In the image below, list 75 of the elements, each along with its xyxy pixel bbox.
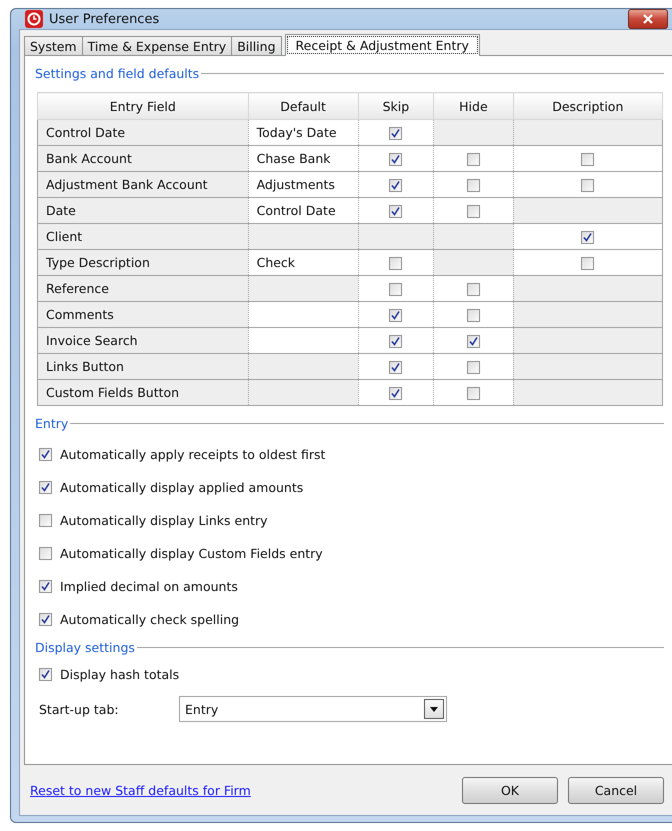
checkbox-label: Implied decimal on amounts [60, 579, 238, 594]
column-header: Skip [358, 92, 434, 120]
checkbox-label: Automatically display applied amounts [60, 480, 304, 495]
checkbox-label: Automatically display Links entry [60, 513, 268, 528]
checkbox[interactable] [389, 387, 402, 400]
column-header: Hide [434, 92, 514, 120]
checkbox-label: Display hash totals [60, 667, 180, 682]
checkbox[interactable] [389, 309, 402, 322]
checkbox[interactable] [39, 481, 52, 494]
close-icon [642, 14, 654, 24]
checkbox[interactable] [581, 179, 594, 192]
tab[interactable]: Billing [231, 36, 282, 56]
checkbox[interactable] [581, 231, 594, 244]
table-cell: Type Description [38, 250, 248, 276]
checkbox[interactable] [466, 179, 480, 192]
caret-icon [430, 706, 438, 712]
checkbox[interactable] [466, 361, 480, 374]
table-cell: Client [38, 224, 248, 250]
checkbox[interactable] [389, 257, 402, 270]
checkbox[interactable] [389, 335, 402, 348]
checkbox[interactable] [389, 127, 402, 140]
close-button[interactable] [628, 9, 668, 29]
window-title: User Preferences [49, 12, 160, 26]
section-title: Entry [35, 416, 68, 430]
section-title: Settings and field defaults [35, 66, 200, 80]
checkbox[interactable] [389, 205, 402, 218]
tab[interactable]: Receipt & Adjustment Entry [284, 34, 480, 56]
dropdown[interactable]: Entry [179, 696, 447, 722]
reset-link[interactable]: Reset to new Staff defaults for Firm [30, 782, 452, 798]
checkbox[interactable] [466, 205, 480, 218]
checkbox[interactable] [466, 309, 480, 322]
table-cell: Reference [38, 276, 248, 302]
table-cell: Comments [38, 302, 248, 328]
table-cell: Adjustment Bank Account [38, 172, 248, 198]
table-cell: Date [38, 198, 248, 224]
table-cell: Control Date [38, 120, 248, 146]
dialog-button[interactable]: OK [462, 776, 558, 804]
checkbox-label: Automatically apply receipts to oldest first [60, 447, 326, 462]
checkbox[interactable] [39, 514, 52, 527]
checkbox[interactable] [39, 668, 52, 681]
table-cell: Bank Account [38, 146, 248, 172]
table-cell: Control Date [248, 198, 358, 224]
dialog-button[interactable]: Cancel [568, 776, 664, 804]
table-cell: Check [248, 250, 358, 276]
checkbox[interactable] [581, 153, 594, 166]
checkbox[interactable] [581, 257, 594, 270]
tab[interactable]: System [24, 36, 83, 56]
checkbox[interactable] [466, 283, 480, 296]
table-cell: Custom Fields Button [38, 380, 248, 406]
table-cell: Today's Date [248, 120, 358, 146]
dropdown-button[interactable] [424, 699, 444, 719]
checkbox[interactable] [389, 179, 402, 192]
table-cell: Links Button [38, 354, 248, 380]
table-cell: Chase Bank [248, 146, 358, 172]
checkbox[interactable] [466, 153, 480, 166]
column-header: Entry Field [38, 92, 248, 120]
checkbox[interactable] [389, 283, 402, 296]
checkbox-label: Automatically check spelling [60, 612, 240, 627]
checkbox[interactable] [466, 335, 480, 348]
checkbox[interactable] [39, 448, 52, 461]
field-label: Start-up tab: [39, 702, 120, 716]
checkbox[interactable] [39, 580, 52, 593]
table-cell: Invoice Search [38, 328, 248, 354]
checkbox-label: Automatically display Custom Fields entry [60, 546, 323, 561]
table-cell: Adjustments [248, 172, 358, 198]
checkbox[interactable] [466, 387, 480, 400]
column-header: Description [513, 92, 662, 120]
checkbox[interactable] [39, 547, 52, 560]
section-title: Display settings [35, 640, 135, 654]
checkbox[interactable] [389, 153, 402, 166]
checkbox[interactable] [39, 613, 52, 626]
checkbox[interactable] [389, 361, 402, 374]
clock-icon [25, 10, 43, 28]
tab[interactable]: Time & Expense Entry [82, 36, 232, 56]
column-header: Default [248, 92, 358, 120]
